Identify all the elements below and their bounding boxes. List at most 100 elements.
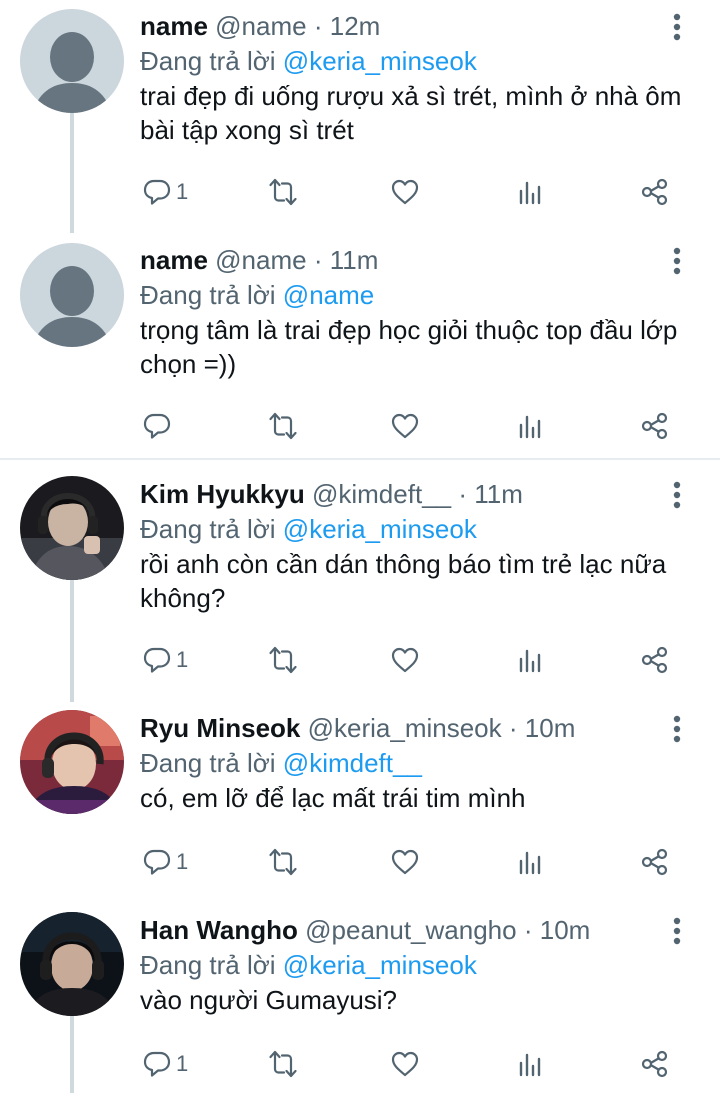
tweet-header: name @name · 12m [140,10,380,42]
heart-icon [391,1051,419,1077]
retweet-button[interactable] [268,406,298,446]
separator-dot: · [508,713,518,743]
reply-button[interactable] [142,406,176,446]
display-name[interactable]: Ryu Minseok [140,713,300,743]
share-icon [641,848,668,876]
avatar[interactable] [20,243,124,347]
reply-icon [143,849,171,875]
like-button[interactable] [390,640,420,680]
han-wangho-avatar-icon [20,912,124,1016]
like-button[interactable] [390,406,420,446]
divider [0,458,720,460]
analytics-icon [519,851,541,875]
views-button[interactable] [516,406,546,446]
more-vertical-icon[interactable] [662,12,692,42]
views-button[interactable] [516,1044,546,1084]
action-bar: 1 [0,1044,720,1084]
reply-context: Đang trả lời @keria_minseok [140,45,477,77]
tweet[interactable]: name @name · 11m Đang trả lời @name trọn… [0,234,720,458]
retweet-icon [269,646,297,674]
more-vertical-icon[interactable] [662,916,692,946]
more-vertical-icon[interactable] [662,480,692,510]
tweet-header: Han Wangho @peanut_wangho · 10m [140,914,590,946]
avatar[interactable] [20,9,124,113]
reply-mention[interactable]: @kimdeft__ [283,748,422,778]
reply-context: Đang trả lời @keria_minseok [140,949,477,981]
tweet[interactable]: Kim Hyukkyu @kimdeft__ · 11m Đang trả lờ… [0,468,720,702]
like-button[interactable] [390,842,420,882]
share-button[interactable] [640,406,670,446]
display-name[interactable]: name [140,11,208,41]
reply-icon [143,413,171,439]
avatar[interactable] [20,476,124,580]
separator-dot: · [523,915,533,945]
user-handle[interactable]: @kimdeft__ [312,479,451,509]
reply-button[interactable]: 1 [142,842,188,882]
avatar[interactable] [20,710,124,814]
tweet[interactable]: Han Wangho @peanut_wangho · 10m Đang trả… [0,904,720,1093]
analytics-icon [519,1053,541,1077]
share-button[interactable] [640,640,670,680]
reply-mention[interactable]: @keria_minseok [283,950,477,980]
timestamp[interactable]: 10m [540,915,591,945]
share-icon [641,178,668,206]
timestamp[interactable]: 11m [474,479,523,509]
user-handle[interactable]: @keria_minseok [308,713,502,743]
reply-context: Đang trả lời @kimdeft__ [140,747,422,779]
more-vertical-icon[interactable] [662,714,692,744]
reply-button[interactable]: 1 [142,172,188,212]
display-name[interactable]: name [140,245,208,275]
display-name[interactable]: Kim Hyukkyu [140,479,305,509]
reply-button[interactable]: 1 [142,640,188,680]
share-button[interactable] [640,842,670,882]
reply-count: 1 [176,849,189,874]
retweet-button[interactable] [268,172,298,212]
like-button[interactable] [390,1044,420,1084]
retweet-icon [269,412,297,440]
user-handle[interactable]: @name [215,245,306,275]
user-handle[interactable]: @name [215,11,306,41]
retweet-button[interactable] [268,842,298,882]
reply-prefix: Đang trả lời [140,514,276,544]
share-icon [641,1050,668,1078]
ryu-minseok-avatar-icon [20,710,124,814]
tweet[interactable]: name @name · 12m Đang trả lời @keria_min… [0,0,720,234]
tweet-text: vào người Gumayusi? [140,985,398,1015]
timestamp[interactable]: 11m [330,245,379,275]
reply-mention[interactable]: @keria_minseok [283,46,477,76]
reply-count: 1 [176,647,189,672]
tweet[interactable]: Ryu Minseok @keria_minseok · 10m Đang tr… [0,702,720,904]
share-button[interactable] [640,172,670,212]
reply-mention[interactable]: @keria_minseok [283,514,477,544]
action-bar [0,406,720,446]
kim-hyukkyu-avatar-icon [20,476,124,580]
retweet-button[interactable] [268,1044,298,1084]
reply-button[interactable]: 1 [142,1044,188,1084]
reply-count: 1 [176,179,189,204]
reply-count: 1 [176,1051,189,1076]
views-button[interactable] [516,640,546,680]
views-button[interactable] [516,842,546,882]
retweet-icon [269,1050,297,1078]
reply-context: Đang trả lời @name [140,279,374,311]
like-button[interactable] [390,172,420,212]
user-handle[interactable]: @peanut_wangho [305,915,516,945]
display-name[interactable]: Han Wangho [140,915,298,945]
avatar[interactable] [20,912,124,1016]
retweet-icon [269,848,297,876]
reply-prefix: Đang trả lời [140,280,276,310]
share-icon [641,646,668,674]
views-button[interactable] [516,172,546,212]
tweet-text: trọng tâm là trai đẹp học giỏi thuộc top… [140,315,678,379]
share-button[interactable] [640,1044,670,1084]
reply-mention[interactable]: @name [283,280,374,310]
more-vertical-icon[interactable] [662,246,692,276]
tweet-text: rồi anh còn cần dán thông báo tìm trẻ lạ… [140,549,667,613]
timestamp[interactable]: 12m [330,11,381,41]
share-icon [641,412,668,440]
retweet-button[interactable] [268,640,298,680]
separator-dot: · [313,245,323,275]
analytics-icon [519,181,541,205]
action-bar: 1 [0,842,720,882]
timestamp[interactable]: 10m [525,713,576,743]
